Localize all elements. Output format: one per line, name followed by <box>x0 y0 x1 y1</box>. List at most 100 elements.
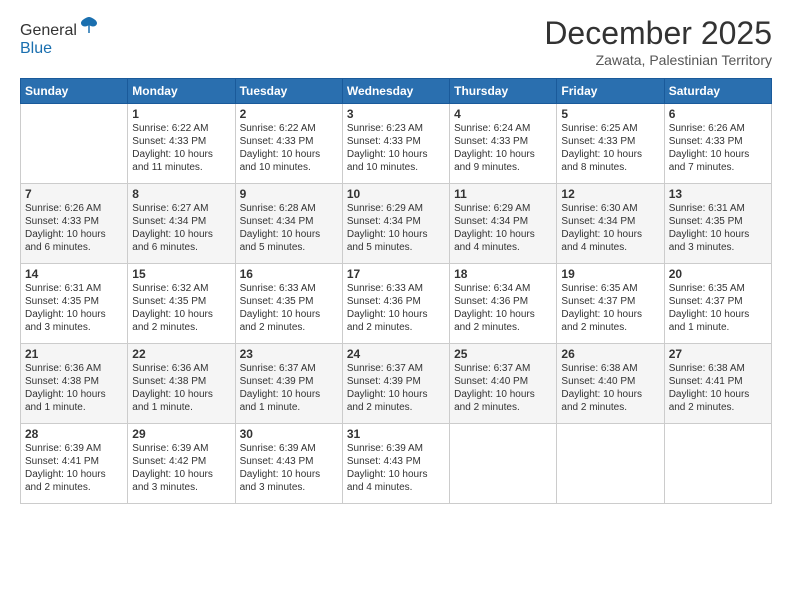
calendar-cell: 1Sunrise: 6:22 AM Sunset: 4:33 PM Daylig… <box>128 104 235 184</box>
day-info: Sunrise: 6:26 AM Sunset: 4:33 PM Dayligh… <box>669 122 767 174</box>
calendar-cell: 16Sunrise: 6:33 AM Sunset: 4:35 PM Dayli… <box>235 264 342 344</box>
day-number: 21 <box>25 347 123 361</box>
day-number: 4 <box>454 107 552 121</box>
calendar-cell: 19Sunrise: 6:35 AM Sunset: 4:37 PM Dayli… <box>557 264 664 344</box>
calendar-cell: 29Sunrise: 6:39 AM Sunset: 4:42 PM Dayli… <box>128 424 235 504</box>
day-number: 27 <box>669 347 767 361</box>
calendar-weekday-header: Sunday <box>21 79 128 104</box>
calendar-week-row: 28Sunrise: 6:39 AM Sunset: 4:41 PM Dayli… <box>21 424 772 504</box>
calendar-weekday-header: Friday <box>557 79 664 104</box>
day-info: Sunrise: 6:26 AM Sunset: 4:33 PM Dayligh… <box>25 202 123 254</box>
day-number: 6 <box>669 107 767 121</box>
calendar-cell: 10Sunrise: 6:29 AM Sunset: 4:34 PM Dayli… <box>342 184 449 264</box>
day-info: Sunrise: 6:38 AM Sunset: 4:40 PM Dayligh… <box>561 362 659 414</box>
day-info: Sunrise: 6:39 AM Sunset: 4:42 PM Dayligh… <box>132 442 230 494</box>
day-number: 14 <box>25 267 123 281</box>
calendar-header-row: SundayMondayTuesdayWednesdayThursdayFrid… <box>21 79 772 104</box>
day-info: Sunrise: 6:27 AM Sunset: 4:34 PM Dayligh… <box>132 202 230 254</box>
day-number: 7 <box>25 187 123 201</box>
day-info: Sunrise: 6:39 AM Sunset: 4:41 PM Dayligh… <box>25 442 123 494</box>
day-info: Sunrise: 6:39 AM Sunset: 4:43 PM Dayligh… <box>240 442 338 494</box>
calendar-cell: 7Sunrise: 6:26 AM Sunset: 4:33 PM Daylig… <box>21 184 128 264</box>
day-number: 31 <box>347 427 445 441</box>
calendar-cell <box>21 104 128 184</box>
calendar-week-row: 1Sunrise: 6:22 AM Sunset: 4:33 PM Daylig… <box>21 104 772 184</box>
day-info: Sunrise: 6:30 AM Sunset: 4:34 PM Dayligh… <box>561 202 659 254</box>
day-number: 11 <box>454 187 552 201</box>
calendar-cell: 26Sunrise: 6:38 AM Sunset: 4:40 PM Dayli… <box>557 344 664 424</box>
day-info: Sunrise: 6:31 AM Sunset: 4:35 PM Dayligh… <box>669 202 767 254</box>
day-info: Sunrise: 6:37 AM Sunset: 4:39 PM Dayligh… <box>347 362 445 414</box>
day-number: 19 <box>561 267 659 281</box>
calendar-cell: 15Sunrise: 6:32 AM Sunset: 4:35 PM Dayli… <box>128 264 235 344</box>
day-info: Sunrise: 6:36 AM Sunset: 4:38 PM Dayligh… <box>132 362 230 414</box>
location-subtitle: Zawata, Palestinian Territory <box>544 52 772 68</box>
day-number: 9 <box>240 187 338 201</box>
day-number: 23 <box>240 347 338 361</box>
day-number: 1 <box>132 107 230 121</box>
calendar-weekday-header: Tuesday <box>235 79 342 104</box>
calendar-cell: 25Sunrise: 6:37 AM Sunset: 4:40 PM Dayli… <box>450 344 557 424</box>
day-info: Sunrise: 6:24 AM Sunset: 4:33 PM Dayligh… <box>454 122 552 174</box>
calendar-table: SundayMondayTuesdayWednesdayThursdayFrid… <box>20 78 772 504</box>
calendar-cell: 6Sunrise: 6:26 AM Sunset: 4:33 PM Daylig… <box>664 104 771 184</box>
calendar-cell: 2Sunrise: 6:22 AM Sunset: 4:33 PM Daylig… <box>235 104 342 184</box>
day-info: Sunrise: 6:23 AM Sunset: 4:33 PM Dayligh… <box>347 122 445 174</box>
month-year-title: December 2025 <box>544 15 772 52</box>
day-number: 2 <box>240 107 338 121</box>
calendar-cell: 30Sunrise: 6:39 AM Sunset: 4:43 PM Dayli… <box>235 424 342 504</box>
day-number: 25 <box>454 347 552 361</box>
header: General Blue December 2025 Zawata, Pales… <box>20 15 772 68</box>
day-number: 26 <box>561 347 659 361</box>
day-info: Sunrise: 6:37 AM Sunset: 4:39 PM Dayligh… <box>240 362 338 414</box>
day-number: 5 <box>561 107 659 121</box>
day-number: 22 <box>132 347 230 361</box>
calendar-weekday-header: Wednesday <box>342 79 449 104</box>
calendar-cell: 27Sunrise: 6:38 AM Sunset: 4:41 PM Dayli… <box>664 344 771 424</box>
calendar-weekday-header: Thursday <box>450 79 557 104</box>
day-info: Sunrise: 6:31 AM Sunset: 4:35 PM Dayligh… <box>25 282 123 334</box>
day-number: 16 <box>240 267 338 281</box>
day-info: Sunrise: 6:35 AM Sunset: 4:37 PM Dayligh… <box>561 282 659 334</box>
calendar-cell: 3Sunrise: 6:23 AM Sunset: 4:33 PM Daylig… <box>342 104 449 184</box>
calendar-cell <box>664 424 771 504</box>
calendar-cell: 9Sunrise: 6:28 AM Sunset: 4:34 PM Daylig… <box>235 184 342 264</box>
logo-blue-text: Blue <box>20 40 52 57</box>
day-info: Sunrise: 6:35 AM Sunset: 4:37 PM Dayligh… <box>669 282 767 334</box>
day-info: Sunrise: 6:38 AM Sunset: 4:41 PM Dayligh… <box>669 362 767 414</box>
calendar-weekday-header: Monday <box>128 79 235 104</box>
day-info: Sunrise: 6:22 AM Sunset: 4:33 PM Dayligh… <box>132 122 230 174</box>
calendar-cell: 22Sunrise: 6:36 AM Sunset: 4:38 PM Dayli… <box>128 344 235 424</box>
calendar-cell: 13Sunrise: 6:31 AM Sunset: 4:35 PM Dayli… <box>664 184 771 264</box>
day-number: 10 <box>347 187 445 201</box>
day-number: 28 <box>25 427 123 441</box>
day-number: 17 <box>347 267 445 281</box>
title-block: December 2025 Zawata, Palestinian Territ… <box>544 15 772 68</box>
calendar-cell: 20Sunrise: 6:35 AM Sunset: 4:37 PM Dayli… <box>664 264 771 344</box>
page: General Blue December 2025 Zawata, Pales… <box>0 0 792 612</box>
day-info: Sunrise: 6:37 AM Sunset: 4:40 PM Dayligh… <box>454 362 552 414</box>
calendar-cell: 17Sunrise: 6:33 AM Sunset: 4:36 PM Dayli… <box>342 264 449 344</box>
day-info: Sunrise: 6:29 AM Sunset: 4:34 PM Dayligh… <box>347 202 445 254</box>
logo-bird-icon <box>79 15 99 35</box>
day-info: Sunrise: 6:34 AM Sunset: 4:36 PM Dayligh… <box>454 282 552 334</box>
calendar-cell: 21Sunrise: 6:36 AM Sunset: 4:38 PM Dayli… <box>21 344 128 424</box>
day-info: Sunrise: 6:33 AM Sunset: 4:35 PM Dayligh… <box>240 282 338 334</box>
day-number: 3 <box>347 107 445 121</box>
calendar-cell: 31Sunrise: 6:39 AM Sunset: 4:43 PM Dayli… <box>342 424 449 504</box>
calendar-weekday-header: Saturday <box>664 79 771 104</box>
day-info: Sunrise: 6:36 AM Sunset: 4:38 PM Dayligh… <box>25 362 123 414</box>
calendar-cell: 28Sunrise: 6:39 AM Sunset: 4:41 PM Dayli… <box>21 424 128 504</box>
calendar-cell: 18Sunrise: 6:34 AM Sunset: 4:36 PM Dayli… <box>450 264 557 344</box>
calendar-cell: 8Sunrise: 6:27 AM Sunset: 4:34 PM Daylig… <box>128 184 235 264</box>
day-info: Sunrise: 6:28 AM Sunset: 4:34 PM Dayligh… <box>240 202 338 254</box>
calendar-cell <box>557 424 664 504</box>
calendar-cell: 23Sunrise: 6:37 AM Sunset: 4:39 PM Dayli… <box>235 344 342 424</box>
day-info: Sunrise: 6:22 AM Sunset: 4:33 PM Dayligh… <box>240 122 338 174</box>
calendar-cell: 14Sunrise: 6:31 AM Sunset: 4:35 PM Dayli… <box>21 264 128 344</box>
day-number: 18 <box>454 267 552 281</box>
day-number: 15 <box>132 267 230 281</box>
logo-general-text: General <box>20 22 77 39</box>
day-number: 24 <box>347 347 445 361</box>
calendar-cell: 4Sunrise: 6:24 AM Sunset: 4:33 PM Daylig… <box>450 104 557 184</box>
